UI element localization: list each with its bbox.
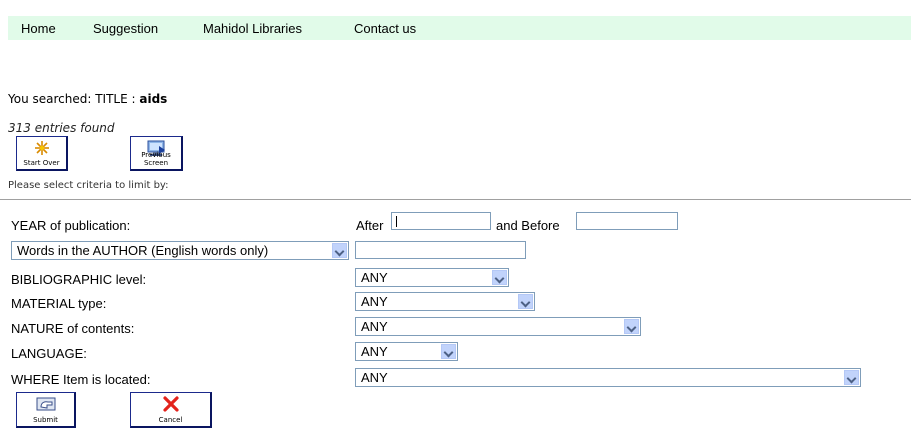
year-before-input[interactable] xyxy=(576,212,678,230)
search-term: aids xyxy=(139,92,168,106)
submit-label: Submit xyxy=(33,416,58,424)
cancel-button[interactable]: Cancel xyxy=(130,392,212,428)
chevron-down-icon xyxy=(492,270,507,285)
close-icon xyxy=(162,396,179,412)
cancel-label: Cancel xyxy=(158,416,183,424)
limit-instruction: Please select criteria to limit by: xyxy=(8,180,169,191)
nav-suggestion-link[interactable]: Suggestion xyxy=(93,21,158,36)
where-value: ANY xyxy=(361,370,388,385)
before-label: and Before xyxy=(496,218,560,233)
bibliographic-label: BIBLIOGRAPHIC level: xyxy=(11,272,147,287)
starburst-icon xyxy=(34,141,49,155)
chevron-down-icon xyxy=(624,319,639,334)
search-prefix: You searched: TITLE : xyxy=(8,92,136,106)
chevron-down-icon xyxy=(518,294,533,309)
author-words-input[interactable] xyxy=(355,241,526,259)
nav-contact-us-link[interactable]: Contact us xyxy=(354,21,416,36)
after-label: After xyxy=(356,218,384,233)
hand-pointer-icon xyxy=(36,397,55,411)
author-field-value: Words in the AUTHOR (English words only) xyxy=(17,243,269,258)
author-field-select[interactable]: Words in the AUTHOR (English words only) xyxy=(11,241,349,260)
nature-select[interactable]: ANY xyxy=(355,317,641,336)
search-summary: You searched: TITLE : aids xyxy=(8,92,167,106)
chevron-down-icon xyxy=(844,370,859,385)
previous-screen-label: Previous Screen xyxy=(141,151,171,167)
year-label: YEAR of publication: xyxy=(11,218,131,233)
previous-screen-button[interactable]: Previous Screen xyxy=(130,136,183,171)
nav-home-link[interactable]: Home xyxy=(21,21,56,36)
start-over-label: Start Over xyxy=(23,159,60,167)
language-label: LANGUAGE: xyxy=(11,346,87,361)
where-select[interactable]: ANY xyxy=(355,368,861,387)
submit-button[interactable]: Submit xyxy=(16,392,76,428)
material-label: MATERIAL type: xyxy=(11,296,107,311)
top-nav-bar: Home Suggestion Mahidol Libraries Contac… xyxy=(8,16,911,40)
text-cursor xyxy=(396,216,397,227)
chevron-down-icon xyxy=(441,344,456,359)
material-select[interactable]: ANY xyxy=(355,292,535,311)
divider xyxy=(0,199,911,200)
bibliographic-select[interactable]: ANY xyxy=(355,268,509,287)
results-count: 313 entries found xyxy=(8,121,115,135)
start-over-button[interactable]: Start Over xyxy=(16,136,68,171)
chevron-down-icon xyxy=(332,243,347,258)
year-after-input[interactable] xyxy=(391,212,491,230)
nav-mahidol-libraries-link[interactable]: Mahidol Libraries xyxy=(203,21,302,36)
language-value: ANY xyxy=(361,344,388,359)
material-value: ANY xyxy=(361,294,388,309)
nature-value: ANY xyxy=(361,319,388,334)
where-label: WHERE Item is located: xyxy=(11,372,151,387)
language-select[interactable]: ANY xyxy=(355,342,458,361)
nature-label: NATURE of contents: xyxy=(11,321,135,336)
bibliographic-value: ANY xyxy=(361,270,388,285)
